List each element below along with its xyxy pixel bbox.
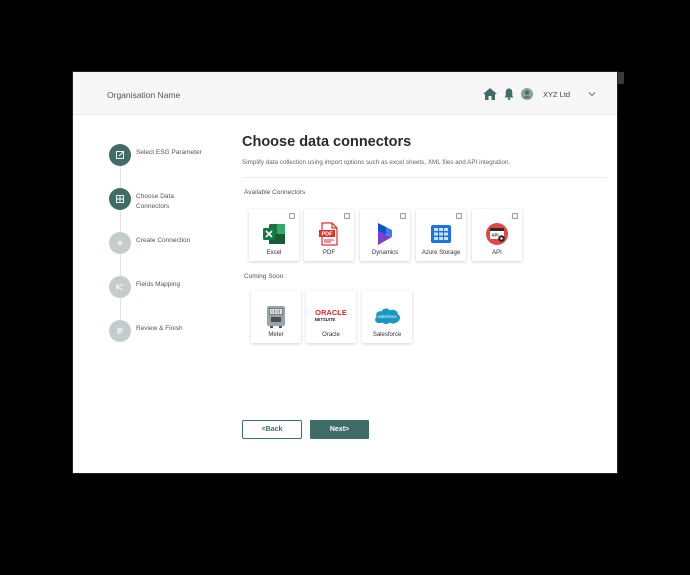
checkbox[interactable]: [289, 213, 295, 219]
step-label: Review & Finish: [136, 325, 183, 332]
step-fields-mapping[interactable]: Fields Mapping: [109, 276, 216, 298]
next-button[interactable]: Next>: [310, 420, 369, 439]
checkbox[interactable]: [456, 213, 462, 219]
checkbox[interactable]: [400, 213, 406, 219]
coming-soon-label: Coming Soon: [244, 273, 284, 280]
step-review-finish[interactable]: Review & Finish: [109, 320, 216, 342]
oracle-netsuite-logo: ORACLE NETSUITE: [315, 308, 347, 322]
connector-card-dynamics[interactable]: Dynamics: [360, 209, 410, 261]
page-title: Choose data connectors: [242, 134, 412, 150]
connector-label: Meter: [268, 332, 284, 338]
organisation-name: Organisation Name: [107, 90, 181, 100]
mapping-icon: [109, 276, 131, 298]
connector-card-oracle: ORACLE NETSUITE Oracle: [306, 291, 356, 343]
connector-card-api[interactable]: API API: [472, 209, 522, 261]
api-icon: API: [486, 223, 508, 245]
chevron-down-icon[interactable]: [588, 91, 596, 97]
step-create-connection[interactable]: Create Connection: [109, 232, 216, 254]
company-name[interactable]: XYZ Ltd: [543, 90, 570, 99]
api-logo-text: API: [492, 233, 499, 238]
review-icon: [109, 320, 131, 342]
step-select-esg-parameter[interactable]: Select ESG Parameter: [109, 144, 216, 166]
step-choose-data-connectors[interactable]: Choose Data Connectors: [109, 188, 186, 212]
user-icon[interactable]: [521, 88, 533, 100]
checkbox[interactable]: [344, 213, 350, 219]
grid-icon: [109, 188, 131, 210]
connector-card-meter: Meter: [251, 291, 301, 343]
connector-label: Dynamics: [371, 250, 399, 256]
azure-storage-icon: [431, 225, 451, 243]
step-label: Create Connection: [136, 237, 191, 244]
progress-stepper: Select ESG Parameter Choose Data Connect…: [109, 144, 229, 364]
excel-icon: [263, 224, 285, 244]
meter-icon: [267, 306, 285, 328]
pdf-logo-text: PDF: [322, 232, 334, 238]
connector-label: Salesforce: [372, 332, 402, 338]
pdf-icon: PDF: [319, 222, 338, 246]
salesforce-logo-text: salesforce: [377, 314, 397, 319]
step-label: Fields Mapping: [136, 281, 181, 288]
header-actions: XYZ Ltd: [483, 88, 596, 100]
window-shadow: [617, 72, 624, 84]
back-button[interactable]: <Back: [242, 420, 302, 439]
connector-card-salesforce: salesforce Salesforce: [362, 291, 412, 343]
connector-label: Excel: [266, 250, 282, 256]
salesforce-logo: salesforce: [375, 308, 400, 324]
connector-card-excel[interactable]: Excel: [249, 209, 299, 261]
main-content: Choose data connectors Simplify data col…: [242, 134, 612, 178]
netsuite-logo-text: NETSUITE: [315, 317, 336, 322]
step-label: Select ESG Parameter: [136, 149, 202, 156]
dynamics-icon: [378, 223, 392, 245]
bell-icon[interactable]: [504, 88, 514, 100]
top-bar: Organisation Name XYZ Ltd: [73, 72, 617, 115]
home-icon[interactable]: [483, 88, 497, 100]
checkbox[interactable]: [512, 213, 518, 219]
available-connectors-label: Available Connectors: [244, 189, 306, 196]
step-label: Choose Data Connectors: [136, 193, 174, 210]
oracle-logo-text: ORACLE: [315, 308, 347, 317]
connector-label: Azure Storage: [421, 250, 461, 256]
edit-icon: [109, 144, 131, 166]
app-window: Organisation Name XYZ Ltd Select ESG Par…: [73, 72, 617, 473]
connector-card-pdf[interactable]: PDF PDF: [304, 209, 354, 261]
connector-card-azure-storage[interactable]: Azure Storage: [416, 209, 466, 261]
connector-label: API: [492, 250, 502, 256]
plus-icon: [109, 232, 131, 254]
connector-label: PDF: [323, 250, 335, 256]
connector-label: Oracle: [322, 332, 340, 338]
divider: [242, 177, 607, 178]
page-subtitle: Simplify data collection using import op…: [242, 159, 511, 166]
